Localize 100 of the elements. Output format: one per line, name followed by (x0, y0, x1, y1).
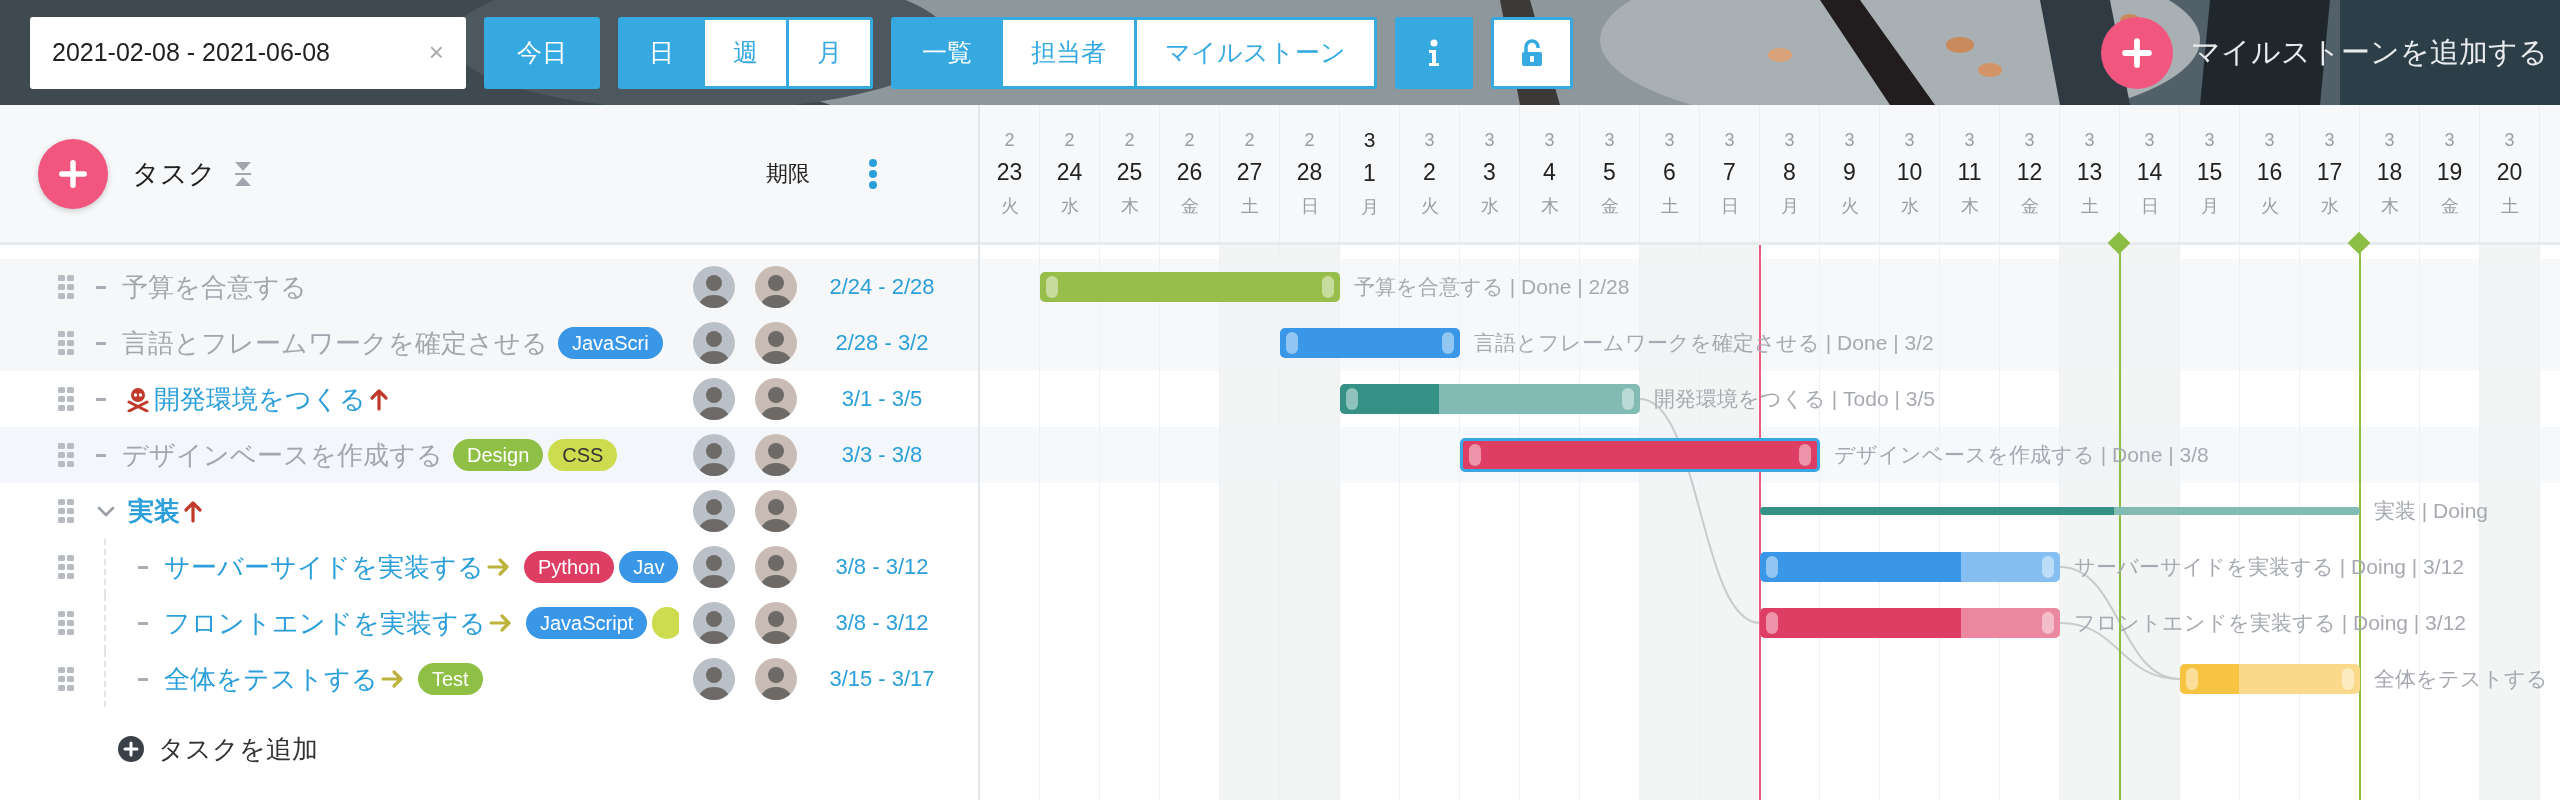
resize-handle[interactable] (2042, 612, 2054, 634)
drag-handle-icon[interactable] (58, 499, 74, 523)
drag-handle-icon[interactable] (58, 331, 74, 355)
task-bar[interactable] (1460, 438, 1820, 472)
task-bar[interactable] (1760, 608, 2060, 638)
task-bar[interactable] (1280, 328, 1460, 358)
date-range[interactable]: 3/3 - 3/8 (815, 442, 949, 468)
add-task-link[interactable]: タスクを追加 (158, 731, 318, 767)
arrow-right-icon (489, 613, 513, 633)
add-circle-icon[interactable] (118, 736, 144, 762)
task-title[interactable]: 開発環境をつくる (154, 381, 366, 417)
task-row[interactable]: 予算を合意する 2/24 - 2/28 (0, 259, 978, 315)
date-range[interactable]: 2/24 - 2/28 (815, 274, 949, 300)
day-label: 14 (2136, 158, 2163, 186)
avatar-icon (693, 322, 735, 364)
plus-icon (2120, 35, 2154, 70)
day-label: 10 (1896, 158, 1923, 186)
day-label: 15 (2196, 158, 2223, 186)
month-label: 3 (2024, 129, 2035, 151)
task-row[interactable]: 全体をテストする Test 3/15 - 3/17 (0, 651, 978, 707)
more-icon[interactable] (868, 158, 878, 189)
clear-button[interactable]: × (428, 37, 444, 68)
add-task-button[interactable] (38, 138, 108, 209)
date-range[interactable]: 3/8 - 3/12 (815, 554, 949, 580)
today-button[interactable]: 今日 (484, 16, 600, 89)
resize-handle[interactable] (1622, 388, 1634, 410)
resize-handle[interactable] (1286, 332, 1298, 354)
date-range[interactable]: 3/15 - 3/17 (815, 666, 949, 692)
resize-handle[interactable] (1766, 612, 1778, 634)
month-label: 3 (2084, 129, 2095, 151)
weekday-label: 木 (2380, 194, 2399, 218)
resize-handle[interactable] (1469, 444, 1481, 466)
resize-handle[interactable] (1442, 332, 1454, 354)
day-label: 8 (1783, 158, 1796, 186)
task-title[interactable]: 言語とフレームワークを確定させる (122, 325, 548, 361)
weekday-label: 月 (1360, 196, 1379, 219)
info-button[interactable] (1395, 16, 1473, 89)
drag-handle-icon[interactable] (58, 555, 74, 579)
resize-handle[interactable] (1766, 556, 1778, 578)
task-bar[interactable] (1040, 272, 1340, 302)
view-tab[interactable]: マイルストーン (1137, 19, 1374, 86)
weekday-label: 月 (2200, 194, 2219, 218)
resize-handle[interactable] (1322, 276, 1334, 298)
task-row[interactable]: 言語とフレームワークを確定させる JavaScri 2/28 - 3/2 (0, 315, 978, 371)
date-range[interactable]: 3/1 - 3/5 (815, 386, 949, 412)
weekday-label: 木 (1120, 194, 1139, 218)
lock-button[interactable] (1491, 16, 1573, 89)
task-row[interactable]: 実装 (0, 483, 978, 539)
task-title[interactable]: フロントエンドを実装する (164, 605, 486, 641)
tag: Python (524, 551, 615, 583)
arrow-right-icon (381, 669, 405, 689)
collapse-icon[interactable] (234, 160, 252, 187)
avatar-icon (693, 434, 735, 476)
month-label: 3 (1724, 129, 1735, 151)
task-bar[interactable] (1760, 552, 2060, 582)
add-milestone-label[interactable]: マイルストーンを追加する (2191, 32, 2548, 73)
dash-icon (96, 285, 106, 289)
resize-handle[interactable] (2042, 556, 2054, 578)
drag-handle-icon[interactable] (58, 667, 74, 691)
drag-handle-icon[interactable] (58, 443, 74, 467)
weekday-label: 土 (2500, 194, 2519, 218)
task-title[interactable]: サーバーサイドを実装する (164, 549, 484, 585)
task-title[interactable]: 実装 (128, 493, 180, 529)
task-row[interactable]: サーバーサイドを実装する Python Jav 3/8 - 3/12 (0, 539, 978, 595)
avatar-icon (755, 490, 797, 532)
resize-handle[interactable] (1346, 388, 1358, 410)
weekday-label: 日 (2140, 194, 2159, 218)
scale-tab[interactable]: 週 (705, 19, 786, 86)
drag-handle-icon[interactable] (58, 611, 74, 635)
day-label: 25 (1116, 158, 1143, 186)
date-range[interactable]: 2/28 - 3/2 (815, 330, 949, 356)
tag: Jav (619, 551, 679, 583)
day-label: 18 (2376, 158, 2403, 186)
date-range-field[interactable]: 2021-02-08 - 2021-06-08 × (30, 16, 466, 89)
drag-handle-icon[interactable] (58, 387, 74, 411)
resize-handle[interactable] (1799, 444, 1811, 466)
view-tab[interactable]: 担当者 (1003, 19, 1134, 86)
task-row[interactable]: デザインベースを作成する Design CSS 3/3 - 3/8 (0, 427, 978, 483)
month-label: 2 (1244, 129, 1255, 151)
day-label: 12 (2016, 158, 2043, 186)
summary-bar[interactable] (1760, 507, 2360, 515)
task-bar[interactable] (1340, 384, 1640, 414)
avatar-icon (755, 602, 797, 644)
task-row[interactable]: フロントエンドを実装する JavaScript 3/8 - 3/12 (0, 595, 978, 651)
task-bar[interactable] (2180, 664, 2360, 694)
scale-tab[interactable]: 月 (789, 19, 870, 86)
task-title[interactable]: デザインベースを作成する (122, 437, 443, 473)
resize-handle[interactable] (2186, 668, 2198, 690)
month-label: 3 (1784, 129, 1795, 151)
month-label: 3 (1484, 129, 1495, 151)
drag-handle-icon[interactable] (58, 275, 74, 299)
weekday-label: 火 (1840, 194, 1859, 218)
resize-handle[interactable] (2342, 668, 2354, 690)
resize-handle[interactable] (1046, 276, 1058, 298)
date-range[interactable]: 3/8 - 3/12 (815, 610, 949, 636)
task-title[interactable]: 予算を合意する (122, 269, 307, 305)
month-label: 3 (1363, 128, 1376, 152)
weekday-label: 水 (1900, 194, 1919, 218)
day-label: 9 (1843, 158, 1856, 186)
task-title[interactable]: 全体をテストする (164, 661, 378, 697)
